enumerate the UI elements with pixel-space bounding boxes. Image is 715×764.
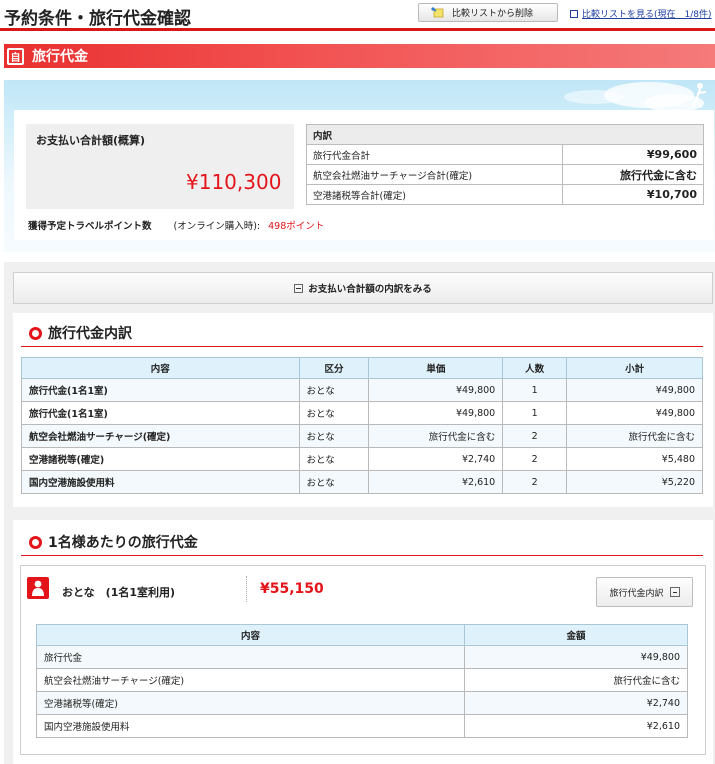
breakdown-heading-text: 旅行代金内訳: [48, 326, 132, 342]
row-unit-price: 旅行代金に含む: [368, 424, 504, 448]
separator: [246, 576, 247, 602]
collapse-icon: [669, 587, 680, 597]
total-label: お支払い合計額(概算): [36, 134, 146, 147]
row-category: おとな: [298, 424, 370, 448]
table-row: 空港諸税等(確定) ¥2,740: [36, 691, 688, 715]
table-row: 国内空港施設使用料 おとな ¥2,610 2 ¥5,220: [21, 470, 703, 494]
per-person-heading-text: 1名様あたりの旅行代金: [48, 535, 198, 551]
breakdown-value: ¥99,600: [562, 144, 704, 165]
row-item: 航空会社燃油サーチャージ(確定): [21, 424, 300, 448]
row-item: 空港諸税等(確定): [36, 691, 465, 715]
row-category: おとな: [298, 447, 370, 471]
row-category: おとな: [298, 378, 370, 402]
summary-breakdown-table: 内訳 旅行代金合計 ¥99,600 航空会社燃油サーチャージ合計(確定) 旅行代金に…: [306, 124, 704, 205]
column-header: 人数: [502, 357, 568, 379]
row-unit-price: ¥49,800: [368, 378, 504, 402]
per-person-heading: 1名様あたりの旅行代金: [29, 532, 198, 552]
breakdown-row: 旅行代金合計 ¥99,600: [306, 144, 704, 165]
travel-cost-breakdown-card: 旅行代金内訳 内容 区分 単価 人数 小計 旅行代金(1名1室) おとな ¥49…: [13, 313, 713, 507]
row-unit-price: ¥49,800: [368, 401, 504, 425]
points-label: 獲得予定トラベルポイント数: [28, 221, 152, 232]
remove-from-compare-button[interactable]: 比較リストから削除: [418, 3, 558, 22]
column-header: 金額: [464, 624, 688, 646]
row-item: 旅行代金(1名1室): [21, 378, 300, 402]
points-note: (オンライン購入時):: [173, 221, 261, 232]
breakdown-heading: 旅行代金内訳: [29, 323, 132, 343]
total-amount: ¥110,300: [186, 170, 282, 194]
row-unit-price: ¥2,740: [368, 447, 504, 471]
breakdown-value: 旅行代金に含む: [562, 164, 704, 185]
section-header-travel-cost: 自 旅行代金: [4, 44, 715, 68]
self-icon: 自: [7, 47, 24, 65]
points-row: 獲得予定トラベルポイント数 (オンライン購入時): 498ポイント: [28, 218, 324, 232]
cost-detail-label: 旅行代金内訳: [609, 588, 664, 599]
heading-rule: [21, 346, 703, 347]
row-item: 国内空港施設使用料: [36, 714, 465, 738]
breakdown-header: 内訳: [306, 124, 704, 145]
row-count: 2: [502, 447, 568, 471]
row-amount: ¥49,800: [464, 645, 688, 669]
row-unit-price: ¥2,610: [368, 470, 504, 494]
breakdown-row: 航空会社燃油サーチャージ合計(確定) 旅行代金に含む: [306, 164, 704, 185]
breakdown-row: 空港諸税等合計(確定) ¥10,700: [306, 184, 704, 205]
breakdown-value: ¥10,700: [562, 184, 704, 205]
table-row: 旅行代金 ¥49,800: [36, 645, 688, 669]
breakdown-label: 空港諸税等合計(確定): [306, 184, 563, 205]
view-compare-label: 比較リストを見る(現在 1/8件): [582, 10, 712, 20]
column-header: 区分: [298, 357, 370, 379]
row-count: 1: [502, 401, 568, 425]
row-count: 2: [502, 424, 568, 448]
title-divider: [0, 28, 715, 31]
row-item: 空港諸税等(確定): [21, 447, 300, 471]
row-amount: ¥2,610: [464, 714, 688, 738]
collapse-icon: [294, 283, 304, 293]
table-row: 旅行代金(1名1室) おとな ¥49,800 1 ¥49,800: [21, 378, 703, 402]
bullet-ring-icon: [29, 535, 42, 549]
table-row: 国内空港施設使用料 ¥2,610: [36, 714, 688, 738]
page-title: 予約条件・旅行代金確認: [4, 9, 191, 29]
figure-icon: [691, 83, 707, 109]
breakdown-table: 内容 区分 単価 人数 小計 旅行代金(1名1室) おとな ¥49,800 1 …: [21, 357, 703, 494]
row-subtotal: ¥5,480: [566, 447, 703, 471]
table-row: 旅行代金(1名1室) おとな ¥49,800 1 ¥49,800: [21, 401, 703, 425]
row-amount: ¥2,740: [464, 691, 688, 715]
row-category: おとな: [298, 401, 370, 425]
row-subtotal: ¥49,800: [566, 378, 703, 402]
row-item: 国内空港施設使用料: [21, 470, 300, 494]
row-amount: 旅行代金に含む: [464, 668, 688, 692]
table-row: 空港諸税等(確定) おとな ¥2,740 2 ¥5,480: [21, 447, 703, 471]
row-count: 1: [502, 378, 568, 402]
row-subtotal: ¥49,800: [566, 401, 703, 425]
toggle-breakdown-label: お支払い合計額の内訳をみる: [308, 284, 432, 295]
toggle-breakdown-button[interactable]: お支払い合計額の内訳をみる: [13, 272, 713, 304]
points-value: 498ポイント: [268, 221, 325, 232]
person-label: おとな (1名1室利用): [62, 586, 176, 599]
column-header: 小計: [566, 357, 703, 379]
column-header: 内容: [21, 357, 300, 379]
window-icon: [570, 9, 578, 18]
bullet-ring-icon: [29, 326, 42, 340]
heading-rule: [21, 555, 703, 556]
section-title: 旅行代金: [32, 49, 88, 65]
column-header: 単価: [368, 357, 504, 379]
per-person-table: 内容 金額 旅行代金 ¥49,800 航空会社燃油サーチャージ(確定) 旅行代金…: [36, 624, 688, 738]
table-row: 航空会社燃油サーチャージ(確定) 旅行代金に含む: [36, 668, 688, 692]
view-compare-link[interactable]: 比較リストを見る(現在 1/8件): [570, 7, 712, 20]
row-count: 2: [502, 470, 568, 494]
row-item: 旅行代金(1名1室): [21, 401, 300, 425]
pin-icon: [431, 7, 444, 18]
per-person-amount: ¥55,150: [260, 581, 324, 597]
column-header: 内容: [36, 624, 465, 646]
table-row: 航空会社燃油サーチャージ(確定) おとな 旅行代金に含む 2 旅行代金に含む: [21, 424, 703, 448]
row-item: 航空会社燃油サーチャージ(確定): [36, 668, 465, 692]
row-subtotal: ¥5,220: [566, 470, 703, 494]
breakdown-label: 旅行代金合計: [306, 144, 563, 165]
row-item: 旅行代金: [36, 645, 465, 669]
breakdown-label: 航空会社燃油サーチャージ合計(確定): [306, 164, 563, 185]
person-icon: [27, 577, 49, 599]
row-subtotal: 旅行代金に含む: [566, 424, 703, 448]
remove-from-compare-label: 比較リストから削除: [452, 9, 534, 19]
row-category: おとな: [298, 470, 370, 494]
cost-detail-toggle-button[interactable]: 旅行代金内訳: [596, 577, 693, 607]
